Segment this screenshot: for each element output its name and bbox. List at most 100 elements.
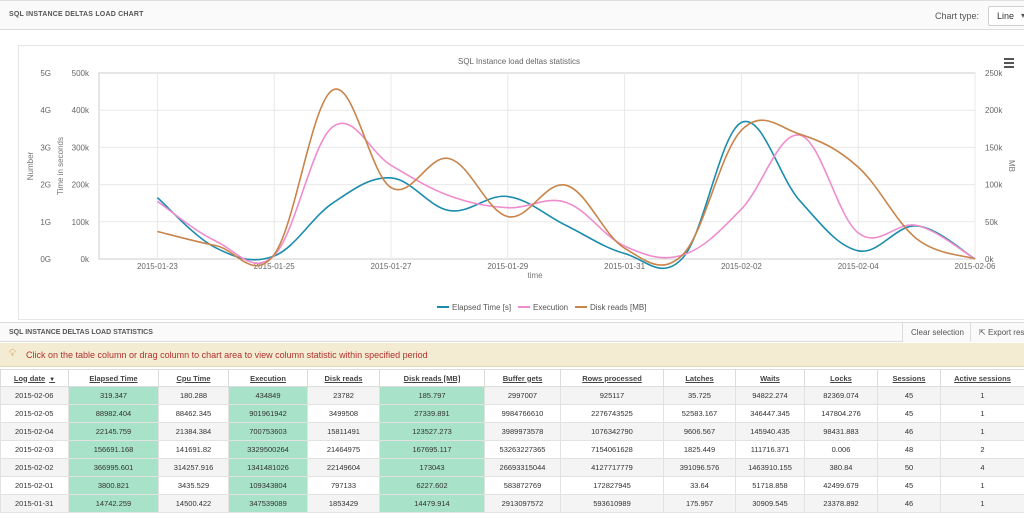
hamburger-menu-icon[interactable] (1004, 58, 1014, 68)
y-axis-mb-tick: 0k (985, 255, 994, 264)
column-header[interactable]: Execution (228, 369, 308, 387)
x-tick-label: 2015-01-23 (137, 262, 178, 271)
column-header[interactable]: Disk reads [MB] (379, 369, 485, 387)
table-row[interactable]: 2015-02-01 3800.821 3435.529 109343804 79713… (0, 476, 1024, 495)
x-tick-label: 2015-01-31 (604, 262, 645, 271)
table-row[interactable]: 2015-02-02 366995.601 314257.916 1341481026… (0, 458, 1024, 477)
table-cell: 15811491 (307, 422, 380, 441)
table-row[interactable]: 2015-01-31 14742.259 14500.422 347539089 185… (0, 494, 1024, 513)
export-results-button[interactable]: ⇱ Export resu (970, 323, 1024, 342)
statistics-table: Log date ▼ Elapsed Time Cpu Time Execution Di… (0, 369, 1024, 513)
table-row[interactable]: 2015-02-05 88982.404 88462.345 901961942 349… (0, 404, 1024, 423)
table-cell: 1 (940, 476, 1024, 495)
table-cell: 14742.259 (68, 494, 159, 513)
table-cell: 1853429 (307, 494, 380, 513)
table-cell: 380.84 (804, 458, 878, 477)
y-axis-time-title: Time in seconds (56, 137, 65, 195)
table-cell: 3800.821 (68, 476, 159, 495)
table-cell: 1076342790 (560, 422, 664, 441)
table-cell: 2015-02-01 (0, 476, 69, 495)
y-axis-time-tick: 300k (72, 143, 90, 152)
table-cell: 141691.82 (158, 440, 229, 459)
column-header[interactable]: Locks (804, 369, 878, 387)
table-cell: 42499.679 (804, 476, 878, 495)
table-cell: 3329500264 (228, 440, 308, 459)
table-cell: 45 (877, 404, 941, 423)
table-cell: 2 (940, 440, 1024, 459)
column-header[interactable]: Buffer gets (484, 369, 561, 387)
table-cell: 6227.602 (379, 476, 485, 495)
table-cell: 7154061628 (560, 440, 664, 459)
table-cell: 3435.529 (158, 476, 229, 495)
table-cell: 4 (940, 458, 1024, 477)
chart-type-label: Chart type: (935, 11, 980, 21)
chart-type-select[interactable]: Line ▾ (988, 6, 1024, 26)
table-cell: 700753603 (228, 422, 308, 441)
table-cell: 14500.422 (158, 494, 229, 513)
stats-panel-title: SQL INSTANCE DELTAS LOAD STATISTICS (9, 329, 153, 336)
table-cell: 94822.274 (735, 386, 805, 405)
table-cell: 797133 (307, 476, 380, 495)
hamburger-line (1004, 58, 1014, 60)
table-cell: 901961942 (228, 404, 308, 423)
column-header[interactable]: Cpu Time (158, 369, 229, 387)
table-cell: 2997007 (484, 386, 561, 405)
y-axis-number-tick: 5G (40, 69, 51, 78)
column-header[interactable]: Waits (735, 369, 805, 387)
table-cell: 52583.167 (663, 404, 736, 423)
table-cell: 583872769 (484, 476, 561, 495)
y-axis-time-tick: 200k (72, 181, 90, 190)
table-cell: 1825.449 (663, 440, 736, 459)
table-cell: 434849 (228, 386, 308, 405)
x-axis-title: time (527, 271, 543, 280)
x-tick-label: 2015-02-02 (721, 262, 762, 271)
y-axis-number-title: Number (26, 151, 35, 180)
table-cell: 109343804 (228, 476, 308, 495)
table-cell: 3499508 (307, 404, 380, 423)
table-cell: 53263227365 (484, 440, 561, 459)
table-cell: 82369.074 (804, 386, 878, 405)
chart-panel-header: SQL INSTANCE DELTAS LOAD CHART Chart typ… (0, 0, 1024, 30)
table-cell: 21464975 (307, 440, 380, 459)
table-cell: 4127717779 (560, 458, 664, 477)
table-cell: 50 (877, 458, 941, 477)
clear-selection-button[interactable]: Clear selection (902, 323, 972, 342)
table-cell: 23782 (307, 386, 380, 405)
column-header[interactable]: Disk reads (307, 369, 380, 387)
table-cell: 180.288 (158, 386, 229, 405)
table-cell: 46 (877, 494, 941, 513)
info-bar: 💡︎ Click on the table column or drag col… (0, 343, 1024, 367)
table-row[interactable]: 2015-02-06 319.347 180.288 434849 23782 185.7… (0, 386, 1024, 405)
y-axis-number-tick: 2G (40, 181, 51, 190)
table-cell: 27339.891 (379, 404, 485, 423)
stats-panel-header: SQL INSTANCE DELTAS LOAD STATISTICS Clea… (0, 322, 1024, 342)
column-header[interactable]: Latches (663, 369, 736, 387)
table-cell: 0.006 (804, 440, 878, 459)
y-axis-number-tick: 0G (40, 255, 51, 264)
table-cell: 88462.345 (158, 404, 229, 423)
table-row[interactable]: 2015-02-04 22145.759 21384.384 700753603 158… (0, 422, 1024, 441)
sort-desc-icon: ▼ (49, 376, 56, 383)
column-header[interactable]: Active sessions (940, 369, 1024, 387)
table-cell: 30909.545 (735, 494, 805, 513)
table-cell: 2913097572 (484, 494, 561, 513)
table-cell: 173043 (379, 458, 485, 477)
table-row[interactable]: 2015-02-03 156691.168 141691.82 3329500264 2… (0, 440, 1024, 459)
x-tick-label: 2015-01-27 (371, 262, 412, 271)
table-cell: 2015-02-03 (0, 440, 69, 459)
lightbulb-icon: 💡︎ (9, 348, 16, 359)
table-cell: 156691.168 (68, 440, 159, 459)
table-cell: 111716.371 (735, 440, 805, 459)
table-cell: 88982.404 (68, 404, 159, 423)
chart-area: 2015-01-23 2015-01-25 2015-01-27 2015-01-29… (0, 30, 1024, 322)
y-axis-mb-tick: 250k (985, 69, 1003, 78)
column-header[interactable]: Rows processed (560, 369, 664, 387)
table-cell: 1 (940, 386, 1024, 405)
legend-item-label: Elapsed Time [s] (452, 303, 511, 312)
x-tick-label: 2015-02-04 (838, 262, 879, 271)
column-header[interactable]: Log date ▼ (0, 369, 69, 387)
column-header[interactable]: Sessions (877, 369, 941, 387)
column-header[interactable]: Elapsed Time (68, 369, 159, 387)
y-axis-number-tick: 3G (40, 143, 51, 152)
chart-container: 2015-01-23 2015-01-25 2015-01-27 2015-01-29… (18, 45, 1024, 320)
